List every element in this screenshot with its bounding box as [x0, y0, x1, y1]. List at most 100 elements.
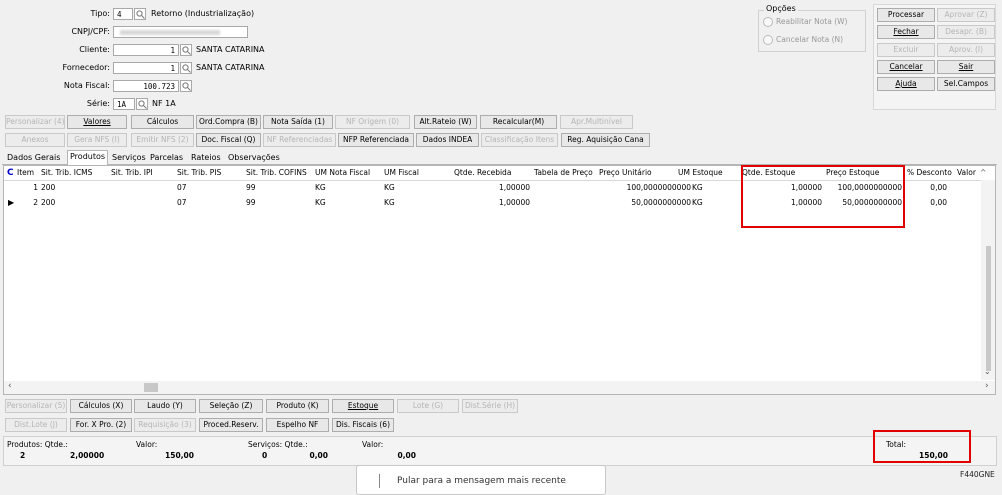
aprovar-button[interactable]: Aprovar (Z) [937, 8, 995, 22]
desaprovar-button[interactable]: Desapr. (B) [937, 25, 995, 39]
produtos-qtde-label: Produtos: Qtde.: [7, 440, 68, 449]
col-sit-trib-icms[interactable]: Sit. Trib. ICMS [41, 166, 92, 180]
servicos-qtde-value: 0,00 [309, 451, 328, 460]
estoque-button[interactable]: Estoque [332, 399, 394, 413]
apr-multinivel-button[interactable]: Apr.Multinível [560, 115, 633, 129]
ord-compra-button[interactable]: Ord.Compra (B) [196, 115, 261, 129]
cell-um-fiscal: KG [384, 198, 395, 207]
nf-origem-button[interactable]: NF Origem (0) [335, 115, 410, 129]
valor-value: 150,00 [165, 451, 194, 460]
fornecedor-lookup-button[interactable] [180, 62, 192, 74]
toast-text: Pular para a mensagem mais recente [397, 476, 566, 486]
serie-description: NF 1A [152, 99, 176, 108]
personalizar-4-button[interactable]: Personalizar (4) [5, 115, 65, 129]
serie-label: Série: [86, 99, 110, 108]
cell-cofins: 99 [246, 183, 256, 192]
cnpj-input[interactable] [113, 26, 248, 38]
espelho-nf-button[interactable]: Espelho NF [266, 418, 329, 432]
excluir-button[interactable]: Excluir [877, 43, 935, 57]
cancelar-nota-radio[interactable] [763, 35, 773, 45]
col-item[interactable]: Item [17, 166, 34, 180]
lote-button[interactable]: Lote (G) [397, 399, 459, 413]
cell-um-estoque: KG [692, 198, 703, 207]
dist-lote-button[interactable]: Dist.Lote (J) [5, 418, 67, 432]
proced-reserv-button[interactable]: Proced.Reserv. [199, 418, 263, 432]
col-um-nota-fiscal[interactable]: UM Nota Fiscal [315, 166, 370, 180]
recalcular-button[interactable]: Recalcular(M) [480, 115, 557, 129]
scroll-down-icon[interactable]: ⌄ [984, 367, 991, 376]
alt-rateio-button[interactable]: Alt.Rateio (W) [414, 115, 477, 129]
tipo-input[interactable]: 4 [113, 8, 133, 20]
sair-button[interactable]: Sair [937, 60, 995, 74]
cancelar-button[interactable]: Cancelar [877, 60, 935, 74]
toast-notification[interactable]: Pular para a mensagem mais recente [356, 465, 606, 495]
dados-indea-button[interactable]: Dados INDEA [416, 133, 479, 147]
tab-dados-gerais[interactable]: Dados Gerais [5, 152, 62, 165]
dist-serie-button[interactable]: Dist.Série (H) [462, 399, 518, 413]
col-sit-trib-pis[interactable]: Sit. Trib. PIS [177, 166, 221, 180]
doc-fiscal-button[interactable]: Doc. Fiscal (Q) [196, 133, 261, 147]
cell-um-fiscal: KG [384, 183, 395, 192]
fornecedor-label: Fornecedor: [62, 63, 111, 72]
tab-servicos[interactable]: Serviços [110, 152, 148, 165]
tab-rateios[interactable]: Rateios [189, 152, 223, 165]
col-sit-trib-ipi[interactable]: Sit. Trib. IPI [111, 166, 153, 180]
fechar-button[interactable]: Fechar [877, 25, 935, 39]
col-sit-trib-cofins[interactable]: Sit. Trib. COFINS [246, 166, 307, 180]
ajuda-button[interactable]: Ajuda [877, 77, 935, 91]
tipo-description: Retorno (Industrialização) [151, 9, 255, 18]
cliente-input[interactable]: 1 [113, 44, 179, 56]
opcoes-title: Opções [764, 4, 798, 13]
classificacao-itens-button[interactable]: Classificação Itens [481, 133, 558, 147]
produto-button[interactable]: Produto (K) [266, 399, 329, 413]
selecao-button[interactable]: Seleção (Z) [199, 399, 263, 413]
calculos-x-button[interactable]: Cálculos (X) [70, 399, 132, 413]
nf-referenciadas-button[interactable]: NF Referenciadas [263, 133, 336, 147]
tab-observacoes[interactable]: Observações [226, 152, 282, 165]
dis-fiscais-button[interactable]: Dis. Fiscais (6) [332, 418, 394, 432]
reabilitar-radio[interactable] [763, 17, 773, 27]
laudo-button[interactable]: Laudo (Y) [134, 399, 196, 413]
reg-aquisicao-cana-button[interactable]: Reg. Aquisição Cana [561, 133, 650, 147]
cell-um-nf: KG [315, 198, 326, 207]
nota-saida-button[interactable]: Nota Saída (1) [263, 115, 333, 129]
tab-produtos[interactable]: Produtos [67, 150, 109, 165]
tab-parcelas[interactable]: Parcelas [148, 152, 185, 165]
scroll-up-icon[interactable]: ^ [980, 166, 986, 180]
sel-campos-button[interactable]: Sel.Campos [937, 77, 995, 91]
nota-fiscal-label: Nota Fiscal: [63, 81, 110, 90]
processar-button[interactable]: Processar [877, 8, 935, 22]
fornecedor-input[interactable]: 1 [113, 62, 179, 74]
valores-button[interactable]: Valores [67, 115, 127, 129]
nota-fiscal-lookup-button[interactable] [180, 80, 192, 92]
col-valor[interactable]: Valor I [957, 166, 979, 180]
cell-um-estoque: KG [692, 183, 703, 192]
col-tabela-preco[interactable]: Tabela de Preço [534, 166, 593, 180]
for-x-pro-button[interactable]: For. X Pro. (2) [70, 418, 132, 432]
horizontal-scroll-thumb[interactable] [144, 383, 158, 392]
search-icon [182, 82, 191, 91]
scroll-left-icon[interactable]: ‹ [8, 381, 12, 391]
blurred-value [120, 30, 220, 35]
col-um-estoque[interactable]: UM Estoque [678, 166, 723, 180]
nota-fiscal-input[interactable]: 100.723 [113, 80, 179, 92]
scroll-right-icon[interactable]: › [985, 381, 989, 391]
tipo-lookup-button[interactable] [134, 8, 146, 20]
serie-input[interactable]: 1A [113, 98, 135, 110]
aprov-button[interactable]: Aprov. (I) [937, 43, 995, 57]
gera-nfs-button[interactable]: Gera NFS (I) [67, 133, 127, 147]
serie-lookup-button[interactable] [136, 98, 148, 110]
col-um-fiscal[interactable]: UM Fiscal [384, 166, 419, 180]
col-qtde-recebida[interactable]: Qtde. Recebida [454, 166, 511, 180]
personalizar-5-button[interactable]: Personalizar (5) [5, 399, 67, 413]
grid-config-icon[interactable]: C [7, 166, 14, 180]
col-preco-unitario[interactable]: Preço Unitário [599, 166, 652, 180]
requisicao-button[interactable]: Requisição (3) [134, 418, 196, 432]
calculos-button[interactable]: Cálculos [131, 115, 194, 129]
cliente-lookup-button[interactable] [180, 44, 192, 56]
emitir-nfs-button[interactable]: Emitir NFS (2) [131, 133, 194, 147]
nfp-referenciada-button[interactable]: NFP Referenciada [338, 133, 414, 147]
vertical-scroll-thumb[interactable] [986, 246, 991, 371]
anexos-button[interactable]: Anexos [5, 133, 65, 147]
col-desconto[interactable]: % Desconto [907, 166, 952, 180]
